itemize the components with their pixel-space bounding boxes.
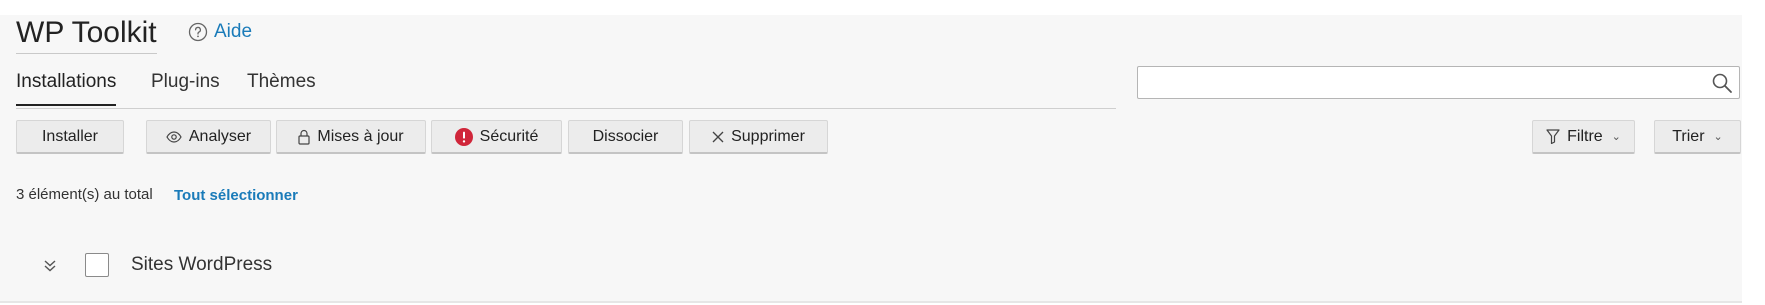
group-label: Sites WordPress [131,254,273,275]
sort-button[interactable]: Trier ⌄ [1654,120,1741,154]
security-button-label: Sécurité [479,127,539,145]
detach-button-label: Dissocier [592,127,659,145]
updates-button-label: Mises à jour [317,127,404,145]
wp-toolkit-panel: WP Toolkit Aide Installations Plug-ins T… [0,15,1742,303]
tab-bar: Installations Plug-ins Thèmes [16,68,1116,109]
chevron-down-icon: ⌄ [1713,131,1723,143]
page-title: WP Toolkit [16,15,157,54]
eye-icon [166,130,182,143]
help-label: Aide [214,21,253,42]
help-link[interactable]: Aide [188,20,252,44]
install-button[interactable]: Installer [16,120,124,154]
filter-button-label: Filtre [1567,127,1603,145]
analyze-button-label: Analyser [188,127,252,145]
tab-plugins[interactable]: Plug-ins [151,68,220,96]
row-checkbox[interactable] [85,253,109,277]
filter-button[interactable]: Filtre ⌄ [1532,120,1635,154]
lock-icon [298,129,310,145]
install-button-label: Installer [41,127,99,145]
select-all-link[interactable]: Tout sélectionner [174,187,298,204]
question-circle-icon [188,22,208,42]
tab-themes[interactable]: Thèmes [247,68,316,96]
detach-button[interactable]: Dissocier [568,120,683,154]
tab-installations[interactable]: Installations [16,68,117,106]
delete-button-label: Supprimer [731,127,805,145]
search-box [1137,66,1740,99]
delete-button[interactable]: Supprimer [689,120,828,154]
exclamation-circle-icon [454,127,473,146]
chevron-down-icon: ⌄ [1611,131,1621,143]
double-chevron-down-icon[interactable] [42,258,58,274]
analyze-button[interactable]: Analyser [146,120,271,154]
search-input[interactable] [1138,67,1714,97]
sort-button-label: Trier [1672,127,1705,145]
search-icon[interactable] [1711,72,1733,94]
funnel-icon [1546,129,1560,144]
security-button[interactable]: Sécurité [431,120,562,154]
close-x-icon [712,131,724,143]
list-item: Sites WordPress [0,250,600,284]
total-count: 3 élément(s) au total [16,186,153,203]
updates-button[interactable]: Mises à jour [276,120,426,154]
